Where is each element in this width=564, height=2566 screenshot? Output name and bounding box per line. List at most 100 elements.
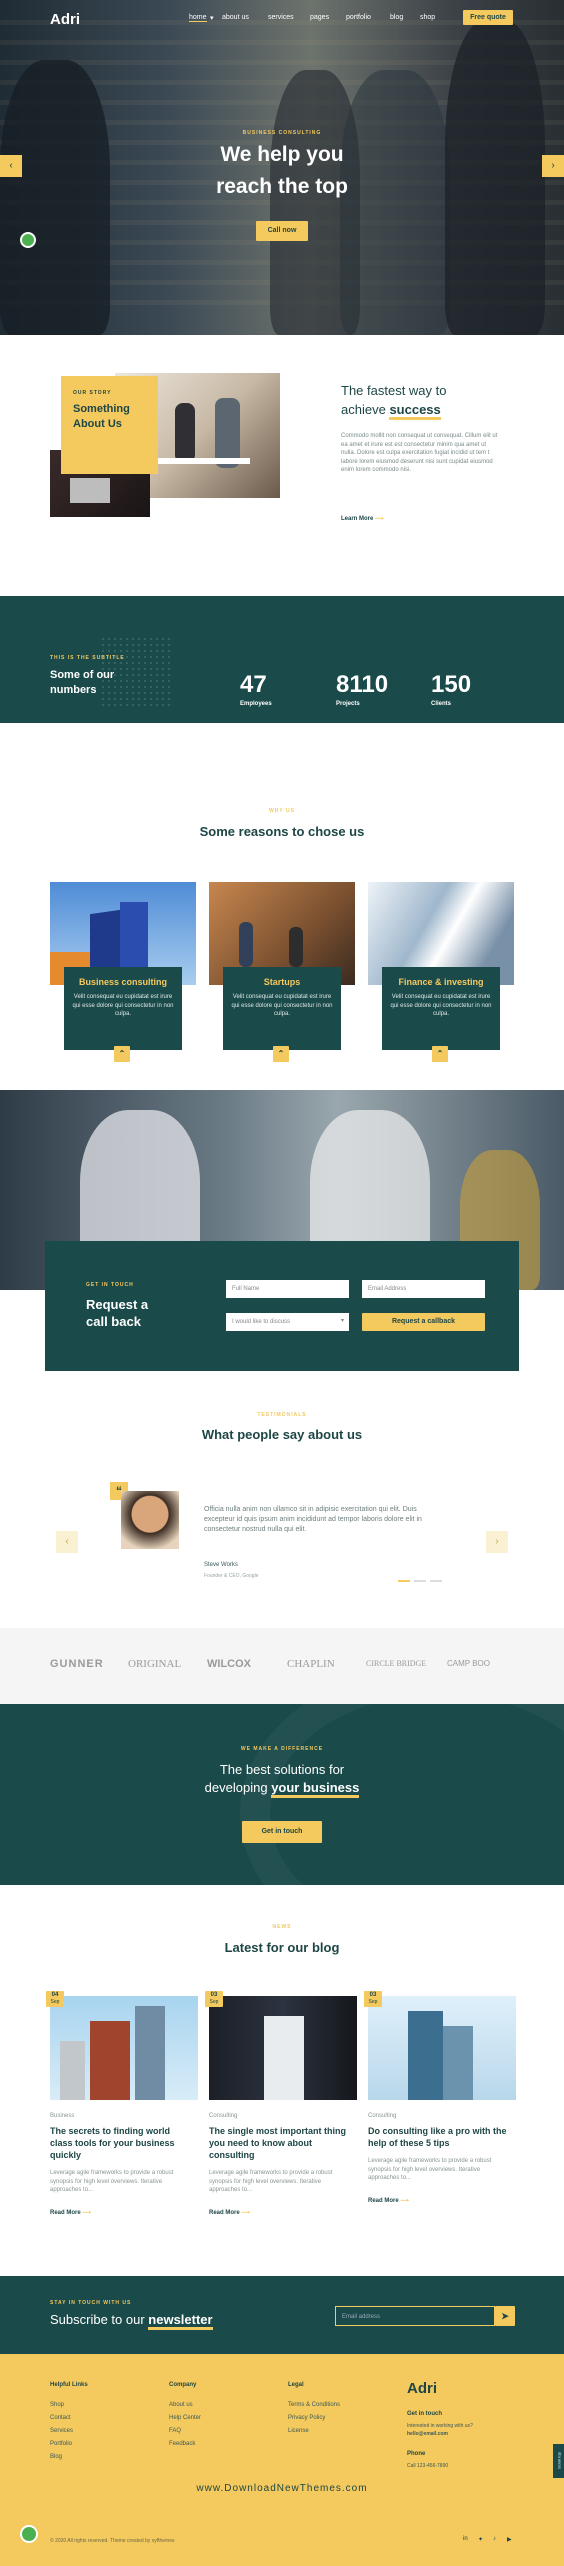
social-youtube-icon[interactable]: ▶ xyxy=(507,2536,512,2543)
newsletter-email-input[interactable]: Email address xyxy=(335,2306,495,2326)
logo-camp-boo: CAMP BOO xyxy=(447,1659,490,1668)
footer-link[interactable]: Blog xyxy=(50,2454,88,2460)
blog-read-more-link[interactable]: Read More ⟶ xyxy=(368,2197,508,2204)
reason-card-text: Velit consequat eu cupidatat est irure q… xyxy=(231,994,333,1017)
stat-projects: 8110 Projects xyxy=(336,671,388,707)
blog-image-1 xyxy=(50,1996,198,2100)
reason-expand-icon[interactable]: ⌃ xyxy=(114,1046,130,1062)
footer-logo[interactable]: Adri xyxy=(407,2380,473,2397)
stat-clients: 150 Clients xyxy=(431,671,471,707)
footer-link[interactable]: Feedback xyxy=(169,2441,201,2447)
stat-value: 47 xyxy=(240,671,267,698)
topic-select[interactable]: I would like to discuss ▾ xyxy=(226,1313,349,1331)
free-quote-button[interactable]: Free quote xyxy=(463,10,513,25)
stats-subtitle: THIS IS THE SUBTITLE xyxy=(50,655,125,661)
nav-pages[interactable]: pages xyxy=(310,14,329,21)
social-linkedin-icon[interactable]: in xyxy=(463,2536,468,2542)
footer-link[interactable]: Terms & Conditions xyxy=(288,2402,340,2408)
blog-post-1: Business The secrets to finding world cl… xyxy=(50,2113,190,2216)
solutions-label: WE MAKE A DIFFERENCE xyxy=(240,1746,324,1752)
slider-dot[interactable] xyxy=(414,1580,426,1582)
reason-card-title: Startups xyxy=(263,977,301,987)
client-logos-strip: GUNNER ORIGINAL WILCOX CHAPLIN CIRCLE BR… xyxy=(0,1628,564,1704)
subscribe-highlight: newsletter xyxy=(148,2312,213,2330)
nav-home-caret-icon[interactable]: ▾ xyxy=(210,14,214,22)
footer-phone[interactable]: Call 123-456-7890 xyxy=(407,2463,473,2469)
slider-dot[interactable] xyxy=(430,1580,442,1582)
stat-label: Projects xyxy=(336,701,360,707)
blog-category[interactable]: Consulting xyxy=(368,2113,508,2119)
footer-link[interactable]: Contact xyxy=(50,2415,88,2421)
hero-eyebrow: BUSINESS CONSULTING xyxy=(242,130,322,136)
footer-chat-icon[interactable] xyxy=(20,2525,38,2543)
nav-home[interactable]: home xyxy=(189,14,207,22)
blog-category[interactable]: Consulting xyxy=(209,2113,349,2119)
hero-title-line-2: reach the top xyxy=(216,175,348,198)
footer-link[interactable]: Shop xyxy=(50,2402,88,2408)
blog-post-excerpt: Leverage agile frameworks to provide a r… xyxy=(50,2170,174,2193)
stat-value: 150 xyxy=(431,671,472,698)
reason-expand-icon[interactable]: ⌃ xyxy=(273,1046,289,1062)
nav-services[interactable]: services xyxy=(268,14,294,21)
footer-link[interactable]: Portfolio xyxy=(50,2441,88,2447)
nav-about[interactable]: about us xyxy=(222,14,249,21)
footer-link[interactable]: Help Center xyxy=(169,2415,201,2421)
subscribe-label: STAY IN TOUCH WITH US xyxy=(50,2300,132,2306)
copyright-text: © 2020 All rights reserved. Theme create… xyxy=(50,2538,175,2544)
testimonial-next-arrow[interactable]: › xyxy=(486,1531,508,1553)
full-name-input[interactable]: Full Name xyxy=(226,1280,349,1298)
chat-bubble-icon[interactable] xyxy=(20,232,36,248)
footer-phone-title: Phone xyxy=(407,2451,426,2457)
testimonial-prev-arrow[interactable]: ‹ xyxy=(56,1531,78,1553)
reason-card-title: Business consulting xyxy=(78,977,167,987)
footer-col-title: Helpful Links xyxy=(50,2382,88,2388)
stat-value: 8110 xyxy=(336,671,389,698)
reason-card-startups: Startups Velit consequat eu cupidatat es… xyxy=(223,967,341,1050)
social-twitter-icon[interactable]: ✦ xyxy=(478,2536,483,2543)
reason-expand-icon[interactable]: ⌃ xyxy=(432,1046,448,1062)
blog-read-more-link[interactable]: Read More ⟶ xyxy=(50,2209,190,2216)
email-address-input[interactable]: Email Address xyxy=(362,1280,485,1298)
reason-card-text: Velit consequat eu cupidatat est irure q… xyxy=(72,994,174,1017)
blog-post-excerpt: Leverage agile frameworks to provide a r… xyxy=(368,2158,492,2181)
scroll-top-tab[interactable]: Scroll top xyxy=(553,2444,564,2478)
testimonial-name: Steve Works xyxy=(204,1562,238,1568)
about-learn-more-link[interactable]: Learn More ⟶ xyxy=(341,515,384,522)
blog-category[interactable]: Business xyxy=(50,2113,190,2119)
social-tiktok-icon[interactable]: ♪ xyxy=(493,2536,496,2542)
footer-contact: Adri Get in touch Interested in working … xyxy=(407,2380,473,2469)
nav-portfolio[interactable]: portfolio xyxy=(346,14,371,21)
footer-link[interactable]: Services xyxy=(50,2428,88,2434)
get-in-touch-button[interactable]: Get in touch xyxy=(242,1821,322,1843)
footer-link[interactable]: About us xyxy=(169,2402,201,2408)
footer-link[interactable]: License xyxy=(288,2428,340,2434)
blog-post-title[interactable]: The secrets to finding world class tools… xyxy=(50,2125,190,2161)
solutions-line-2: developing your business xyxy=(0,1780,564,1798)
testimonial-avatar xyxy=(121,1491,179,1549)
slider-dot-active[interactable] xyxy=(398,1580,410,1582)
blog-post-title[interactable]: Do consulting like a pro with the help o… xyxy=(368,2125,508,2149)
footer-link[interactable]: FAQ xyxy=(169,2428,201,2434)
logo-original: ORIGINAL xyxy=(128,1658,182,1670)
arrow-right-icon: ⟶ xyxy=(241,2209,250,2216)
reasons-title: Some reasons to chose us xyxy=(199,824,365,839)
blog-post-excerpt: Leverage agile frameworks to provide a r… xyxy=(209,2170,333,2193)
request-callback-button[interactable]: Request a callback xyxy=(362,1313,485,1331)
send-icon-button[interactable]: ➤ xyxy=(495,2306,515,2326)
footer-link[interactable]: Privacy Policy xyxy=(288,2415,340,2421)
logo-chaplin: CHAPLIN xyxy=(287,1658,335,1670)
site-logo[interactable]: Adri xyxy=(50,11,80,28)
stats-section: THIS IS THE SUBTITLE Some of our numbers… xyxy=(0,596,564,723)
subscribe-text: Subscribe to our newsletter xyxy=(50,2312,213,2330)
blog-post-title[interactable]: The single most important thing you need… xyxy=(209,2125,349,2161)
blog-read-more-link[interactable]: Read More ⟶ xyxy=(209,2209,349,2216)
footer-email[interactable]: hello@email.com xyxy=(407,2431,473,2437)
reason-card-title: Finance & investing xyxy=(398,977,484,987)
nav-shop[interactable]: shop xyxy=(420,14,435,21)
testimonials-label: TESTIMONIALS xyxy=(257,1412,307,1418)
about-text: Commodo mollit non consequat ut consequa… xyxy=(341,433,498,473)
hero-call-button[interactable]: Call now xyxy=(256,221,308,241)
blog-post-2: Consulting The single most important thi… xyxy=(209,2113,349,2216)
nav-blog[interactable]: blog xyxy=(390,14,403,21)
logo-circle-bridge: CIRCLE BRIDGE xyxy=(366,1659,427,1668)
